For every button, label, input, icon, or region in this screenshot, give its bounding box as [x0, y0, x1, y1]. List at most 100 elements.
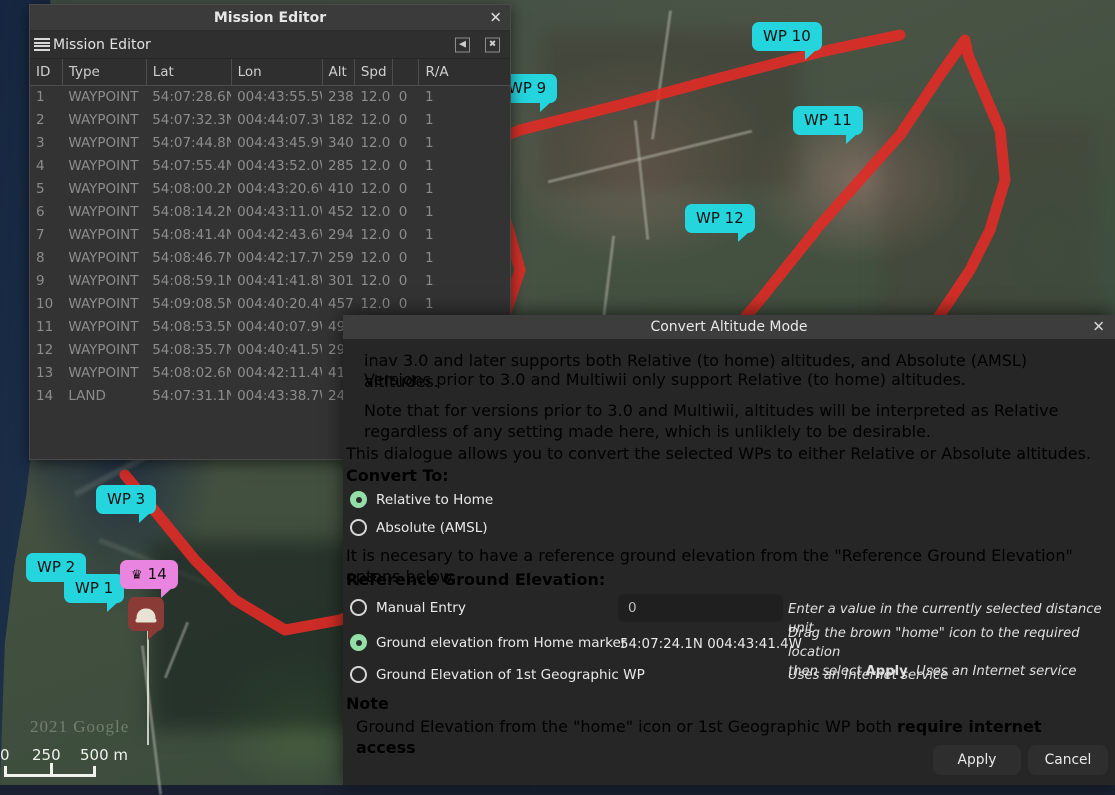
- close-icon[interactable]: ✕: [1092, 320, 1105, 335]
- radio-row-home-marker[interactable]: Ground elevation from Home marker: [350, 634, 626, 651]
- cell-blank[interactable]: 0: [393, 224, 419, 247]
- cell-lat[interactable]: 54:08:53.5N: [146, 316, 231, 339]
- cell-type[interactable]: WAYPOINT: [62, 270, 146, 293]
- cell-type[interactable]: WAYPOINT: [62, 132, 146, 155]
- column-header-ra[interactable]: R/A: [419, 59, 510, 86]
- cell-type[interactable]: WAYPOINT: [62, 86, 146, 109]
- cell-id[interactable]: 1: [30, 86, 62, 109]
- radio-relative-to-home[interactable]: [350, 491, 367, 508]
- cell-type[interactable]: WAYPOINT: [62, 178, 146, 201]
- cell-type[interactable]: WAYPOINT: [62, 316, 146, 339]
- cell-blank[interactable]: 0: [393, 86, 419, 109]
- cell-lon[interactable]: 004:42:17.7W: [231, 247, 322, 270]
- dialog-titlebar[interactable]: Convert Altitude Mode ✕: [343, 315, 1115, 339]
- radio-row-manual-entry[interactable]: Manual Entry: [350, 599, 466, 616]
- cell-spd[interactable]: 12.0: [354, 224, 392, 247]
- table-row[interactable]: 1WAYPOINT54:07:28.6N004:43:55.5W23812.00…: [30, 86, 510, 109]
- cell-type[interactable]: WAYPOINT: [62, 362, 146, 385]
- cell-ra[interactable]: 1: [419, 293, 510, 316]
- cell-lon[interactable]: 004:43:20.6W: [231, 178, 322, 201]
- map-marker-wp3[interactable]: WP 3: [96, 485, 156, 514]
- table-row[interactable]: 9WAYPOINT54:08:59.1N004:41:41.8W30112.00…: [30, 270, 510, 293]
- cell-type[interactable]: WAYPOINT: [62, 247, 146, 270]
- cell-alt[interactable]: 285: [322, 155, 354, 178]
- cell-ra[interactable]: 1: [419, 109, 510, 132]
- map-marker-wp1[interactable]: WP 1: [64, 574, 124, 603]
- column-header-blank[interactable]: [393, 59, 419, 86]
- cell-ra[interactable]: 1: [419, 86, 510, 109]
- cell-type[interactable]: WAYPOINT: [62, 339, 146, 362]
- cell-alt[interactable]: 452: [322, 201, 354, 224]
- cell-alt[interactable]: 238: [322, 86, 354, 109]
- cell-alt[interactable]: 182: [322, 109, 354, 132]
- cell-blank[interactable]: 0: [393, 201, 419, 224]
- cell-alt[interactable]: 294: [322, 224, 354, 247]
- cell-ra[interactable]: 1: [419, 155, 510, 178]
- cell-lat[interactable]: 54:07:31.1N: [146, 385, 231, 408]
- cell-id[interactable]: 3: [30, 132, 62, 155]
- map-marker-wp12[interactable]: WP 12: [685, 204, 755, 233]
- cell-spd[interactable]: 12.0: [354, 86, 392, 109]
- radio-ground-elevation-home-marker[interactable]: [350, 634, 367, 651]
- cell-type[interactable]: WAYPOINT: [62, 201, 146, 224]
- cell-alt[interactable]: 340: [322, 132, 354, 155]
- cell-lon[interactable]: 004:40:41.5W: [231, 339, 322, 362]
- cell-id[interactable]: 4: [30, 155, 62, 178]
- cell-id[interactable]: 13: [30, 362, 62, 385]
- radio-absolute-amsl[interactable]: [350, 519, 367, 536]
- cell-blank[interactable]: 0: [393, 132, 419, 155]
- cell-alt[interactable]: 457: [322, 293, 354, 316]
- apply-button[interactable]: Apply: [933, 745, 1021, 775]
- cell-blank[interactable]: 0: [393, 293, 419, 316]
- mission-editor-titlebar[interactable]: Mission Editor ✕: [30, 5, 510, 31]
- cell-lon[interactable]: 004:43:55.5W: [231, 86, 322, 109]
- map-marker-wp10[interactable]: WP 10: [752, 22, 822, 51]
- table-row[interactable]: 3WAYPOINT54:07:44.8N004:43:45.9W34012.00…: [30, 132, 510, 155]
- column-header-lat[interactable]: Lat: [146, 59, 231, 86]
- table-row[interactable]: 10WAYPOINT54:09:08.5N004:40:20.4W45712.0…: [30, 293, 510, 316]
- cell-lat[interactable]: 54:08:41.4N: [146, 224, 231, 247]
- cell-type[interactable]: WAYPOINT: [62, 155, 146, 178]
- cell-ra[interactable]: 1: [419, 270, 510, 293]
- cell-spd[interactable]: 12.0: [354, 293, 392, 316]
- cell-lat[interactable]: 54:08:02.6N: [146, 362, 231, 385]
- cell-spd[interactable]: 12.0: [354, 201, 392, 224]
- cell-blank[interactable]: 0: [393, 270, 419, 293]
- column-header-id[interactable]: ID: [30, 59, 62, 86]
- cancel-button[interactable]: Cancel: [1028, 745, 1108, 775]
- radio-manual-entry[interactable]: [350, 599, 367, 616]
- cell-ra[interactable]: 1: [419, 178, 510, 201]
- radio-row-first-geographic-wp[interactable]: Ground Elevation of 1st Geographic WP: [350, 666, 645, 683]
- cell-lon[interactable]: 004:43:38.7W: [231, 385, 322, 408]
- cell-lon[interactable]: 004:43:52.0W: [231, 155, 322, 178]
- table-row[interactable]: 6WAYPOINT54:08:14.2N004:43:11.0W45212.00…: [30, 201, 510, 224]
- cell-alt[interactable]: 301: [322, 270, 354, 293]
- cell-id[interactable]: 7: [30, 224, 62, 247]
- cell-lat[interactable]: 54:09:08.5N: [146, 293, 231, 316]
- cell-lon[interactable]: 004:43:11.0W: [231, 201, 322, 224]
- cell-ra[interactable]: 1: [419, 201, 510, 224]
- home-marker[interactable]: [128, 597, 164, 631]
- cell-id[interactable]: 6: [30, 201, 62, 224]
- cell-type[interactable]: LAND: [62, 385, 146, 408]
- close-icon[interactable]: ✕: [489, 10, 502, 25]
- cell-lon[interactable]: 004:42:43.6W: [231, 224, 322, 247]
- cell-id[interactable]: 14: [30, 385, 62, 408]
- cell-lat[interactable]: 54:07:28.6N: [146, 86, 231, 109]
- cell-blank[interactable]: 0: [393, 109, 419, 132]
- cell-lon[interactable]: 004:44:07.3W: [231, 109, 322, 132]
- cell-id[interactable]: 5: [30, 178, 62, 201]
- cell-type[interactable]: WAYPOINT: [62, 109, 146, 132]
- cell-spd[interactable]: 12.0: [354, 109, 392, 132]
- cell-lat[interactable]: 54:08:00.2N: [146, 178, 231, 201]
- manual-entry-input[interactable]: [618, 594, 783, 622]
- cell-ra[interactable]: 1: [419, 132, 510, 155]
- map-marker-land-14[interactable]: ♛14: [120, 560, 178, 589]
- cell-lon[interactable]: 004:43:45.9W: [231, 132, 322, 155]
- column-header-lon[interactable]: Lon: [231, 59, 322, 86]
- cell-id[interactable]: 2: [30, 109, 62, 132]
- column-header-alt[interactable]: Alt: [322, 59, 354, 86]
- cell-lat[interactable]: 54:07:44.8N: [146, 132, 231, 155]
- mission-editor-toolbar[interactable]: Mission Editor ◀ ✖: [30, 31, 510, 59]
- cell-lat[interactable]: 54:08:35.7N: [146, 339, 231, 362]
